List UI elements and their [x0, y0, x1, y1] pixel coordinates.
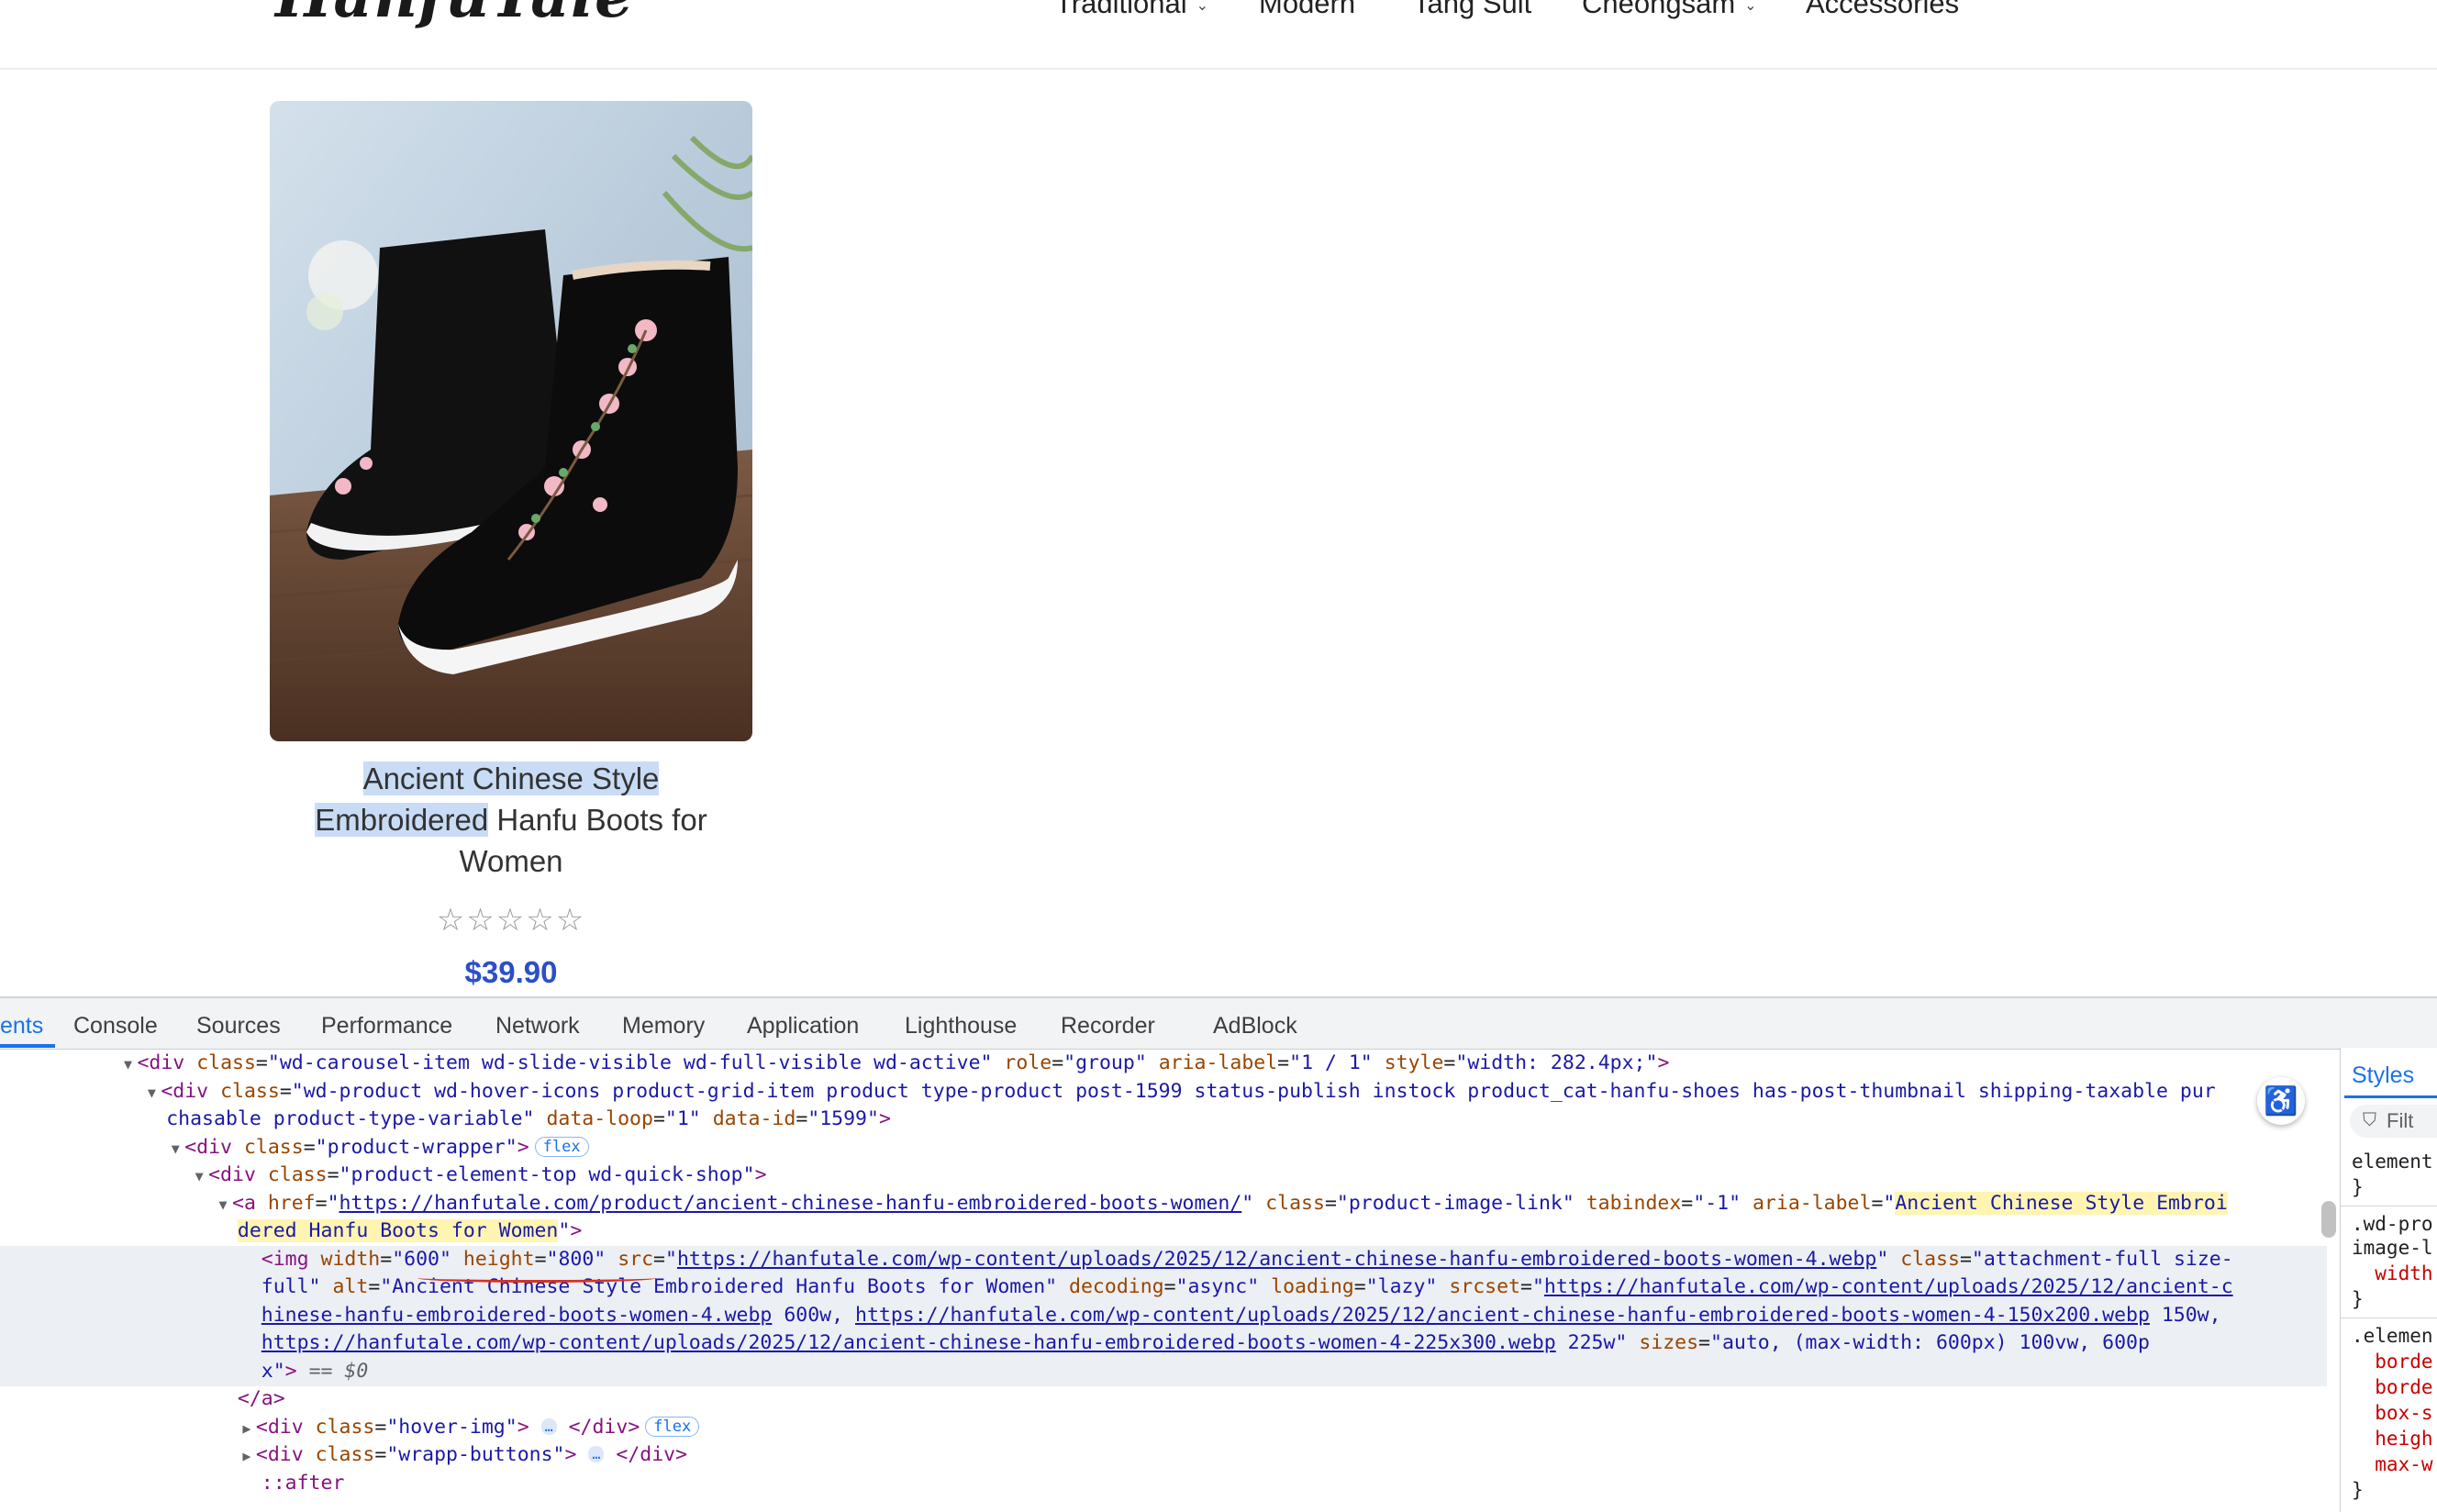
- product-price: $39.90: [464, 955, 558, 989]
- tab-lighthouse[interactable]: Lighthouse: [905, 1013, 1017, 1040]
- css-line: }: [2352, 1176, 2364, 1198]
- tab-application[interactable]: Application: [747, 1013, 859, 1040]
- dom-node[interactable]: ▼ <div class="product-element-top wd-quic…: [0, 1162, 2327, 1191]
- dom-node[interactable]: ▶ <div class="wrapp-buttons"> … </div>: [0, 1441, 2327, 1471]
- active-tab-indicator: [0, 1044, 55, 1048]
- styles-filter-input[interactable]: ⛉ Filt: [2350, 1105, 2437, 1138]
- flex-badge[interactable]: flex: [645, 1417, 700, 1437]
- devtools-tabbar: ents Console Sources Performance Network…: [0, 998, 2437, 1050]
- dom-node-selected: full" alt="Ancient Chinese Style Embroid…: [0, 1273, 2327, 1302]
- nav-item-traditional[interactable]: Traditional ⌄: [1055, 0, 1208, 20]
- tab-performance[interactable]: Performance: [321, 1013, 452, 1040]
- css-line: }: [2352, 1479, 2364, 1501]
- selected-marker: == $0: [308, 1360, 369, 1383]
- dom-node[interactable]: ▼ <div class="product-wrapper"> flex: [0, 1134, 2327, 1163]
- nav-item-tang-suit[interactable]: Tang Suit: [1413, 0, 1531, 20]
- css-line: .wd-pro: [2352, 1213, 2433, 1235]
- dom-node[interactable]: ▼ <div class="wd-carousel-item wd-slide-v…: [0, 1050, 2327, 1079]
- tab-sources[interactable]: Sources: [196, 1013, 281, 1040]
- tab-memory[interactable]: Memory: [622, 1013, 705, 1040]
- nav-item-accessories[interactable]: Accessories: [1806, 0, 1959, 20]
- nav-item-cheongsam[interactable]: Cheongsam ⌄: [1582, 0, 1757, 20]
- rating-stars: ☆☆☆☆☆: [270, 902, 752, 939]
- flex-badge[interactable]: flex: [534, 1137, 589, 1157]
- tab-elements[interactable]: ents: [0, 1013, 43, 1040]
- devtools-panel: ents Console Sources Performance Network…: [0, 996, 2437, 1512]
- css-line: heigh: [2352, 1428, 2433, 1450]
- star-outline-icon: ☆: [495, 903, 527, 938]
- css-line: image-l: [2352, 1237, 2433, 1259]
- dom-node[interactable]: ▼ <div class="wd-product wd-hover-icons p…: [0, 1078, 2327, 1107]
- star-outline-icon: ☆: [526, 903, 556, 938]
- dom-node-selected[interactable]: <img width="600" height="800" src="https…: [0, 1246, 2327, 1274]
- star-outline-icon: ☆: [466, 903, 496, 938]
- dom-node[interactable]: ▼ <a href="https://hanfutale.com/product/…: [0, 1190, 2327, 1219]
- product-title[interactable]: Ancient Chinese Style Embroidered Hanfu …: [270, 758, 752, 882]
- filter-icon: ⛉: [2363, 1110, 2376, 1130]
- product-image[interactable]: [270, 101, 752, 741]
- caret-down-icon: ⌄: [1744, 0, 1757, 14]
- tab-console[interactable]: Console: [73, 1013, 158, 1040]
- annotation-underline: [417, 1273, 656, 1283]
- tab-network[interactable]: Network: [495, 1013, 580, 1040]
- site-logo[interactable]: HanfuTale: [275, 0, 634, 31]
- nav-item-modern[interactable]: Modern: [1259, 0, 1355, 20]
- css-line: borde: [2352, 1376, 2433, 1398]
- dom-node-selected: https://hanfutale.com/wp-content/uploads…: [0, 1329, 2327, 1358]
- dom-node: dered Hanfu Boots for Women">: [237, 1219, 583, 1242]
- star-outline-icon: ☆: [436, 903, 467, 938]
- dom-node[interactable]: ▶ <div class="hover-img"> … </div> flex: [0, 1414, 2327, 1443]
- product-card: Ancient Chinese Style Embroidered Hanfu …: [270, 101, 752, 990]
- dom-node[interactable]: </a>: [0, 1385, 2327, 1414]
- accessibility-icon[interactable]: ♿: [2257, 1077, 2305, 1125]
- star-outline-icon: ☆: [555, 903, 586, 938]
- dom-node-selected: x"> == $0: [0, 1358, 2327, 1386]
- css-line: box-s: [2352, 1402, 2433, 1424]
- css-line: borde: [2352, 1351, 2433, 1373]
- tab-styles[interactable]: Styles: [2352, 1062, 2414, 1089]
- ellipsis-badge[interactable]: …: [540, 1418, 557, 1435]
- css-line: max-w: [2352, 1453, 2433, 1475]
- styles-pane: Styles ⛉ Filt element } .wd-pro image-l w…: [2340, 1048, 2437, 1512]
- dom-tree[interactable]: ▼ <div class="wd-carousel-item wd-slide-v…: [0, 1050, 2327, 1512]
- tab-adblock[interactable]: AdBlock: [1213, 1013, 1297, 1040]
- css-line: .elemen: [2352, 1325, 2433, 1347]
- scrollbar-thumb[interactable]: [2321, 1201, 2336, 1238]
- styles-tab-indicator: [2344, 1095, 2437, 1098]
- dom-node: chasable product-type-variable" data-loo…: [166, 1107, 891, 1130]
- dom-node-selected: hinese-hanfu-embroidered-boots-women-4.w…: [0, 1302, 2327, 1330]
- css-line: }: [2352, 1288, 2364, 1310]
- css-line: element: [2352, 1151, 2433, 1173]
- css-line: width: [2352, 1262, 2433, 1284]
- tab-recorder[interactable]: Recorder: [1061, 1013, 1155, 1040]
- ellipsis-badge[interactable]: …: [588, 1446, 605, 1462]
- caret-down-icon: ⌄: [1196, 0, 1208, 14]
- dom-node[interactable]: ::after: [0, 1470, 2327, 1498]
- divider: [2341, 1317, 2437, 1318]
- site-header: HanfuTale Traditional⌄ Modern Tang Suit …: [0, 0, 2437, 70]
